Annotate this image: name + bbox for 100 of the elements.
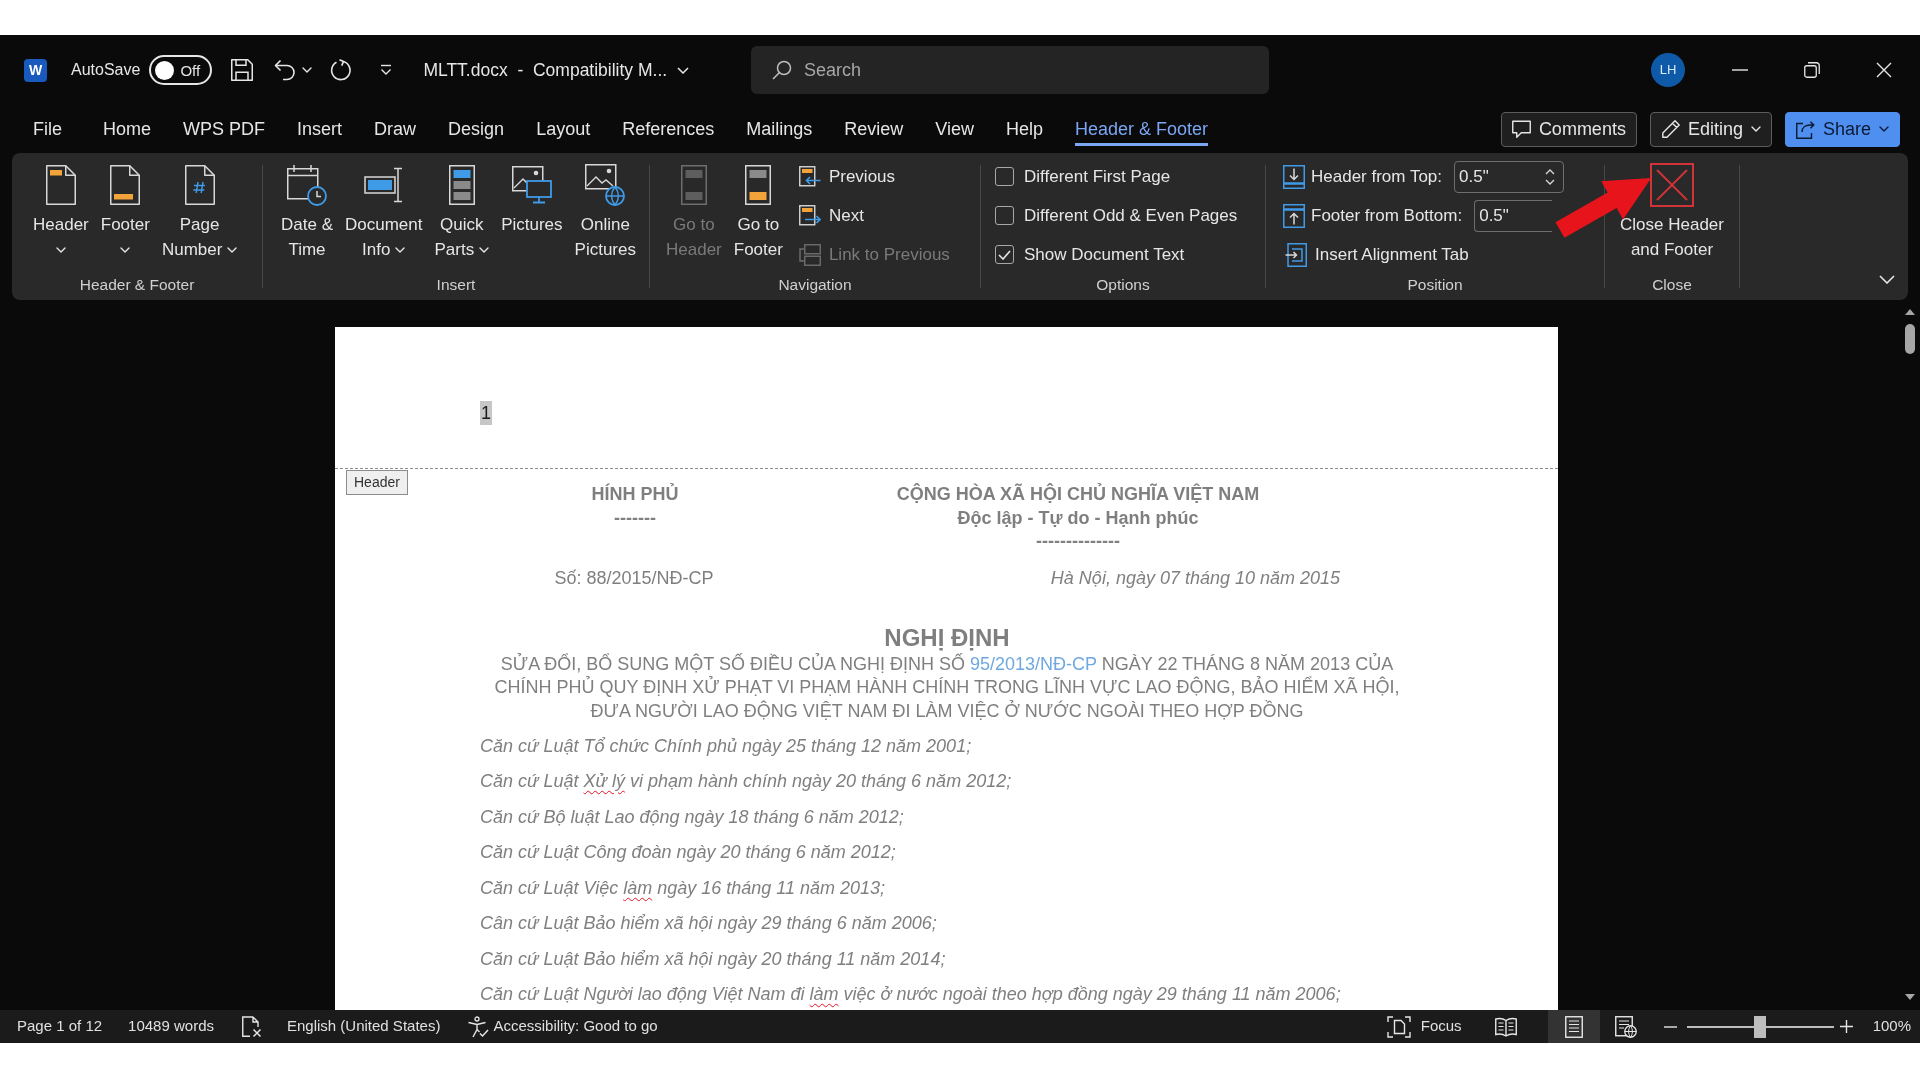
search-icon (772, 60, 792, 80)
close-icon[interactable] (1876, 62, 1892, 78)
toggle-knob-icon (155, 60, 175, 80)
checkbox[interactable] (995, 245, 1014, 264)
menu-tab[interactable]: Insert (297, 112, 343, 146)
body-paragraph: Căn cứ Luật Việc làm ngày 16 tháng 11 năm 2013; (480, 876, 886, 900)
group-label: Close (1651, 275, 1693, 295)
subtitle-line: CHÍNH PHỦ QUY ĐỊNH XỬ PHẠT VI PHẠM HÀNH CHÍNH TRONG LĨNH VỰC LAO ĐỘNG, BẢO HIỂM XÃ HỘI, (494, 676, 1400, 699)
menu-tab[interactable]: WPS PDF (183, 112, 266, 146)
checkbox-label[interactable]: Different First Page (1024, 163, 1171, 190)
page-lines-icon (1564, 1015, 1583, 1038)
scroll-down-icon[interactable] (1905, 994, 1915, 1000)
body-paragraph: Căn cứ Luật Xử lý vi phạm hành chính ngày 20 tháng 6 năm 2012; (480, 770, 1012, 793)
page-number-icon (184, 165, 215, 205)
menu-tab[interactable]: Layout (536, 112, 591, 146)
search-field[interactable]: Search (751, 46, 1269, 94)
menu-tab[interactable]: Help (1006, 112, 1044, 146)
text-field-icon (363, 167, 404, 203)
next-button[interactable]: Next (796, 196, 952, 235)
field-label: Footer from Bottom: (1311, 204, 1463, 227)
group-label: Navigation (777, 275, 853, 295)
menu-tab[interactable]: Header & Footer (1075, 112, 1209, 146)
calendar-clock-icon (287, 164, 327, 206)
quick-parts-button[interactable]: Quick Parts (428, 157, 496, 273)
picture-globe-icon (585, 164, 626, 206)
save-icon[interactable] (231, 59, 254, 81)
checkbox-label[interactable]: Different Odd & Even Pages (1024, 202, 1238, 229)
autosave-toggle[interactable]: Off (149, 55, 213, 85)
footer-from-bottom-field[interactable]: 0.5" (1474, 199, 1553, 232)
book-icon (1494, 1016, 1517, 1037)
accessibility-status[interactable]: Accessibility: Good to go (467, 1015, 658, 1038)
header-button[interactable]: Header (27, 157, 95, 273)
print-layout-button[interactable] (1547, 1010, 1600, 1043)
checkbox[interactable] (995, 167, 1014, 186)
letterhead-text: -------------- (1036, 530, 1120, 553)
footer-button[interactable]: Footer (94, 157, 156, 273)
group-label: Options (1095, 275, 1151, 295)
letterhead-text: ------- (614, 506, 656, 530)
page-globe-icon (1614, 1015, 1637, 1038)
online-pictures-button[interactable]: Online Pictures (568, 157, 642, 273)
more-caret-icon[interactable] (379, 64, 394, 76)
word-count[interactable]: 10489 words (128, 1015, 214, 1038)
close-header-footer-button[interactable]: Close Header and Footer (1614, 157, 1730, 273)
alignment-tab-icon (1285, 242, 1307, 267)
zoom-slider[interactable] (1686, 1015, 1834, 1038)
scroll-thumb[interactable] (1905, 324, 1915, 354)
menu-tab[interactable]: Review (844, 112, 904, 146)
subtitle-line: SỬA ĐỔI, BỔ SUNG MỘT SỐ ĐIỀU CỦA NGHỊ ĐỊNH SỐ 95/2013/NĐ-CP NGÀY 22 THÁNG 8 NĂM 2013 CỦA (500, 652, 1394, 676)
share-button[interactable]: Share (1784, 111, 1900, 147)
linked-pages-icon (798, 243, 821, 266)
page-blocks-icon (448, 165, 475, 205)
undo-icon[interactable] (274, 59, 297, 81)
header-from-top-field[interactable]: 0.5" (1454, 160, 1565, 193)
share-icon (1795, 119, 1815, 139)
checkbox[interactable] (995, 206, 1014, 225)
editing-button[interactable]: Editing (1649, 111, 1772, 147)
page-right-arrow-icon (798, 204, 821, 227)
user-avatar[interactable]: LH (1651, 53, 1685, 87)
group-label: Position (1406, 275, 1464, 295)
chevron-down-icon[interactable] (1879, 275, 1895, 284)
group-label: Insert (435, 275, 477, 295)
comments-button[interactable]: Comments (1500, 111, 1637, 147)
page-header-icon (45, 165, 76, 205)
focus-icon (1386, 1015, 1411, 1038)
date-time-button[interactable]: Date & Time (275, 157, 339, 273)
checkbox-label[interactable]: Show Document Text (1024, 241, 1185, 268)
document-info-button[interactable]: Document Info (339, 157, 429, 273)
pictures-button[interactable]: Pictures (495, 157, 569, 273)
menu-tab[interactable]: Mailings (746, 112, 813, 146)
plus-icon[interactable] (1839, 1020, 1853, 1033)
minus-icon[interactable] (1663, 1025, 1677, 1028)
page-sections-icon (745, 165, 772, 205)
menu-tab[interactable]: References (622, 112, 715, 146)
restore-icon[interactable] (1804, 62, 1820, 78)
header-tag: Header (346, 470, 408, 495)
redo-icon[interactable] (330, 59, 353, 81)
insert-alignment-tab-button[interactable]: Insert Alignment Tab (1283, 235, 1565, 274)
pencil-icon (1660, 119, 1680, 139)
document-title: MLTT.docx - Compatibility M... (423, 58, 668, 82)
document-number: Số: 88/2015/NĐ-CP (554, 566, 714, 590)
menu-tab[interactable]: File (33, 112, 62, 146)
body-paragraph: Căn cứ Luật Người lao động Việt Nam đi làm việc ở nước ngoài theo hợp đồng ngày 29 tháng 11 năm 2006; (480, 983, 1341, 1006)
previous-button[interactable]: Previous (796, 157, 952, 196)
page-footer-icon (110, 165, 141, 205)
focus-button[interactable]: Focus (1386, 1015, 1462, 1038)
menu-tab[interactable]: Design (448, 112, 505, 146)
zoom-percentage[interactable]: 100% (1872, 1015, 1911, 1038)
scroll-up-icon[interactable] (1905, 309, 1915, 315)
go-to-footer-button[interactable]: Go to Footer (727, 157, 789, 273)
menu-tab[interactable]: Home (103, 112, 152, 146)
letterhead-text: Độc lập - Tự do - Hạnh phúc (957, 506, 1199, 530)
language-status[interactable]: English (United States) (287, 1015, 441, 1038)
slider-thumb[interactable] (1754, 1015, 1767, 1038)
spin-arrows-icon[interactable] (1545, 167, 1556, 186)
page-count[interactable]: Page 1 of 12 (17, 1015, 103, 1038)
menu-tab[interactable]: Draw (374, 112, 417, 146)
menu-tab[interactable]: View (935, 112, 974, 146)
document-cross-icon[interactable] (241, 1015, 263, 1038)
page-number-button[interactable]: Page Number (155, 157, 244, 273)
close-icon (1650, 163, 1694, 207)
